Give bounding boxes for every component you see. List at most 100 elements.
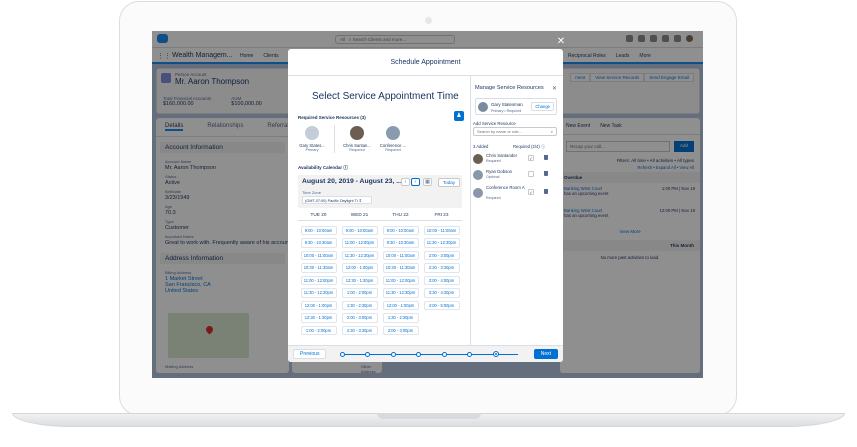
time-slot-button[interactable]: 11:30 - 12:30pm bbox=[423, 238, 460, 248]
progress-step[interactable] bbox=[441, 352, 447, 357]
time-slot-button[interactable]: 9:30 - 10:30am bbox=[300, 238, 337, 248]
schedule-appointment-modal: Schedule Appointment Select Service Appo… bbox=[288, 49, 563, 362]
time-slot-button[interactable]: 1:30 - 2:30pm bbox=[382, 313, 419, 323]
progress-step[interactable] bbox=[390, 352, 396, 357]
time-slot-button[interactable]: 10:00 - 11:00am bbox=[382, 250, 419, 261]
time-slot-button[interactable]: 9:00 - 10:00am bbox=[382, 226, 419, 236]
progress-indicator bbox=[340, 351, 518, 357]
avatar bbox=[473, 154, 483, 164]
calendar-header: August 20, 2019 - August 23, ... ‹ › ▦ T… bbox=[298, 175, 462, 208]
time-slot-button[interactable]: 9:30 - 10:30am bbox=[382, 238, 419, 248]
resource-chris[interactable]: Chris Santan... Required bbox=[343, 125, 371, 153]
person-avatar-icon bbox=[473, 170, 483, 180]
time-slot-button[interactable]: 11:00 - 12:00pm bbox=[341, 238, 378, 248]
chevron-right-icon[interactable]: › bbox=[411, 178, 420, 186]
screen: All ⌕ Search Clients and more... ⋮⋮ Weal… bbox=[152, 31, 703, 378]
list-item: Chris Santander Required ✓ bbox=[473, 152, 559, 167]
date-range: August 20, 2019 - August 23, ... bbox=[302, 178, 402, 185]
time-slot-button[interactable]: 12:30 - 1:30pm bbox=[300, 313, 337, 323]
time-slot-button[interactable]: 10:30 - 11:30am bbox=[300, 263, 337, 273]
time-slot-button[interactable]: 1:00 - 2:00pm bbox=[300, 325, 337, 336]
modal-title: Schedule Appointment bbox=[288, 49, 563, 76]
person-avatar-icon bbox=[304, 125, 320, 141]
time-slot-button[interactable]: 9:00 - 10:00am bbox=[341, 226, 378, 236]
close-icon[interactable]: ✕ bbox=[552, 85, 557, 92]
time-slot-button[interactable]: 2:00 - 3:00pm bbox=[423, 250, 460, 261]
time-slot-button[interactable]: 1:00 - 2:00pm bbox=[341, 288, 378, 298]
time-slot-button[interactable]: 4:00 - 5:00pm bbox=[423, 300, 460, 311]
close-icon[interactable]: ✕ bbox=[555, 36, 567, 48]
timezone-select[interactable]: (GMT-07:00) Pacific Daylight Ti ⇕ bbox=[302, 196, 372, 204]
time-slot-button[interactable]: 2:00 - 3:00pm bbox=[382, 325, 419, 336]
change-button[interactable]: Change bbox=[531, 102, 554, 111]
resource-conference[interactable]: Conference ... Required bbox=[379, 125, 407, 153]
wrench-icon bbox=[473, 188, 483, 198]
wrench-icon bbox=[385, 125, 401, 141]
time-slot-button[interactable]: 12:00 - 1:00pm bbox=[382, 300, 419, 311]
modal-footer: Previous Next bbox=[288, 345, 563, 362]
required-checkbox[interactable]: ✓ bbox=[528, 155, 534, 161]
time-slot-button[interactable]: 10:00 - 11:00am bbox=[423, 226, 460, 236]
time-slot-button[interactable]: 12:00 - 1:00pm bbox=[300, 300, 337, 311]
day-header: WED 21 bbox=[350, 212, 369, 217]
time-slot-button[interactable]: 2:30 - 3:30pm bbox=[423, 263, 460, 273]
primary-resource-card: Gary Statesman Primary • Required Change bbox=[475, 98, 557, 115]
next-button[interactable]: Next bbox=[533, 349, 558, 359]
add-resource-label: Add Service Resource bbox=[473, 121, 516, 126]
resource-search-input[interactable]: Search by name or role... ⌕ bbox=[473, 127, 557, 136]
trash-icon[interactable] bbox=[544, 155, 548, 160]
today-button[interactable]: Today bbox=[438, 178, 461, 187]
webcam bbox=[425, 17, 432, 24]
time-slot-button[interactable]: 10:30 - 11:30am bbox=[382, 263, 419, 273]
time-slot-button[interactable]: 9:00 - 10:00am bbox=[300, 226, 337, 236]
trash-icon[interactable] bbox=[544, 189, 548, 194]
progress-step[interactable] bbox=[492, 351, 499, 357]
progress-step[interactable] bbox=[467, 352, 473, 357]
divider bbox=[334, 125, 335, 153]
time-slot-grid: 9:00 - 10:00am 9:30 - 10:30am 10:00 - 11:0… bbox=[298, 226, 462, 336]
day-header: TUE 20 bbox=[310, 212, 327, 217]
search-icon: ⌕ bbox=[550, 129, 553, 134]
time-slot-button[interactable]: 11:30 - 12:30pm bbox=[300, 288, 337, 298]
info-icon[interactable]: ⓘ bbox=[343, 165, 348, 170]
list-item: Ryan Dobson Optional bbox=[473, 168, 559, 183]
required-checkbox[interactable]: ✓ bbox=[528, 189, 534, 195]
time-slot-button[interactable]: 2:30 - 3:30pm bbox=[341, 325, 378, 336]
laptop-notch bbox=[377, 413, 481, 419]
slot-column: 9:00 - 10:00am 9:30 - 10:30am 10:00 - 11:0… bbox=[380, 226, 421, 336]
day-header: FRI 23 bbox=[434, 212, 449, 217]
time-slot-button[interactable]: 1:30 - 2:30pm bbox=[341, 300, 378, 311]
time-slot-button[interactable]: 3:30 - 4:30pm bbox=[423, 288, 460, 298]
chevron-left-icon[interactable]: ‹ bbox=[401, 178, 410, 186]
required-checkbox[interactable] bbox=[528, 171, 534, 177]
slot-column: 10:00 - 11:00am 11:30 - 12:30pm 2:00 - 3:0… bbox=[421, 226, 462, 335]
progress-step[interactable] bbox=[416, 352, 422, 357]
progress-step[interactable] bbox=[365, 352, 371, 357]
time-slot-button[interactable]: 12:30 - 1:30pm bbox=[341, 275, 378, 286]
slot-column: 9:00 - 10:00am 11:00 - 12:00pm 11:30 - 12:… bbox=[339, 226, 380, 336]
time-slot-button[interactable]: 2:00 - 3:00pm bbox=[341, 313, 378, 323]
primary-resource-name: Gary Statesman bbox=[491, 102, 523, 107]
time-slot-button[interactable]: 11:30 - 12:30pm bbox=[382, 288, 419, 298]
time-slot-button[interactable]: 12:00 - 1:00pm bbox=[341, 263, 378, 273]
calendar-icon[interactable]: ▦ bbox=[423, 178, 432, 186]
manage-resources-icon[interactable]: ♟ bbox=[454, 111, 464, 121]
added-count: 3 Added bbox=[473, 144, 489, 149]
availability-calendar-label: Availability Calendar ⓘ bbox=[298, 165, 348, 170]
page-title: Select Service Appointment Time bbox=[312, 91, 459, 102]
time-slot-button[interactable]: 11:00 - 12:00pm bbox=[382, 275, 419, 286]
required-count: Required (2/4) ⓘ bbox=[513, 144, 546, 149]
previous-button[interactable]: Previous bbox=[293, 349, 327, 359]
resource-gary[interactable]: Gary States... Primary bbox=[298, 125, 326, 153]
required-resources-label: Required Service Resources (3) bbox=[298, 115, 366, 120]
manage-resources-panel: Manage Service Resources ✕ Gary Statesma… bbox=[470, 76, 563, 345]
progress-step[interactable] bbox=[340, 352, 345, 357]
time-slot-button[interactable]: 11:30 - 12:30pm bbox=[341, 250, 378, 261]
info-icon[interactable]: ⓘ bbox=[541, 144, 545, 149]
day-header: THU 22 bbox=[392, 212, 409, 217]
day-headers: TUE 20 WED 21 THU 22 FRI 23 bbox=[298, 212, 462, 221]
time-slot-button[interactable]: 10:00 - 11:00am bbox=[300, 250, 337, 261]
trash-icon[interactable] bbox=[544, 171, 548, 176]
time-slot-button[interactable]: 11:00 - 12:00pm bbox=[300, 275, 337, 286]
time-slot-button[interactable]: 3:00 - 4:00pm bbox=[423, 275, 460, 286]
